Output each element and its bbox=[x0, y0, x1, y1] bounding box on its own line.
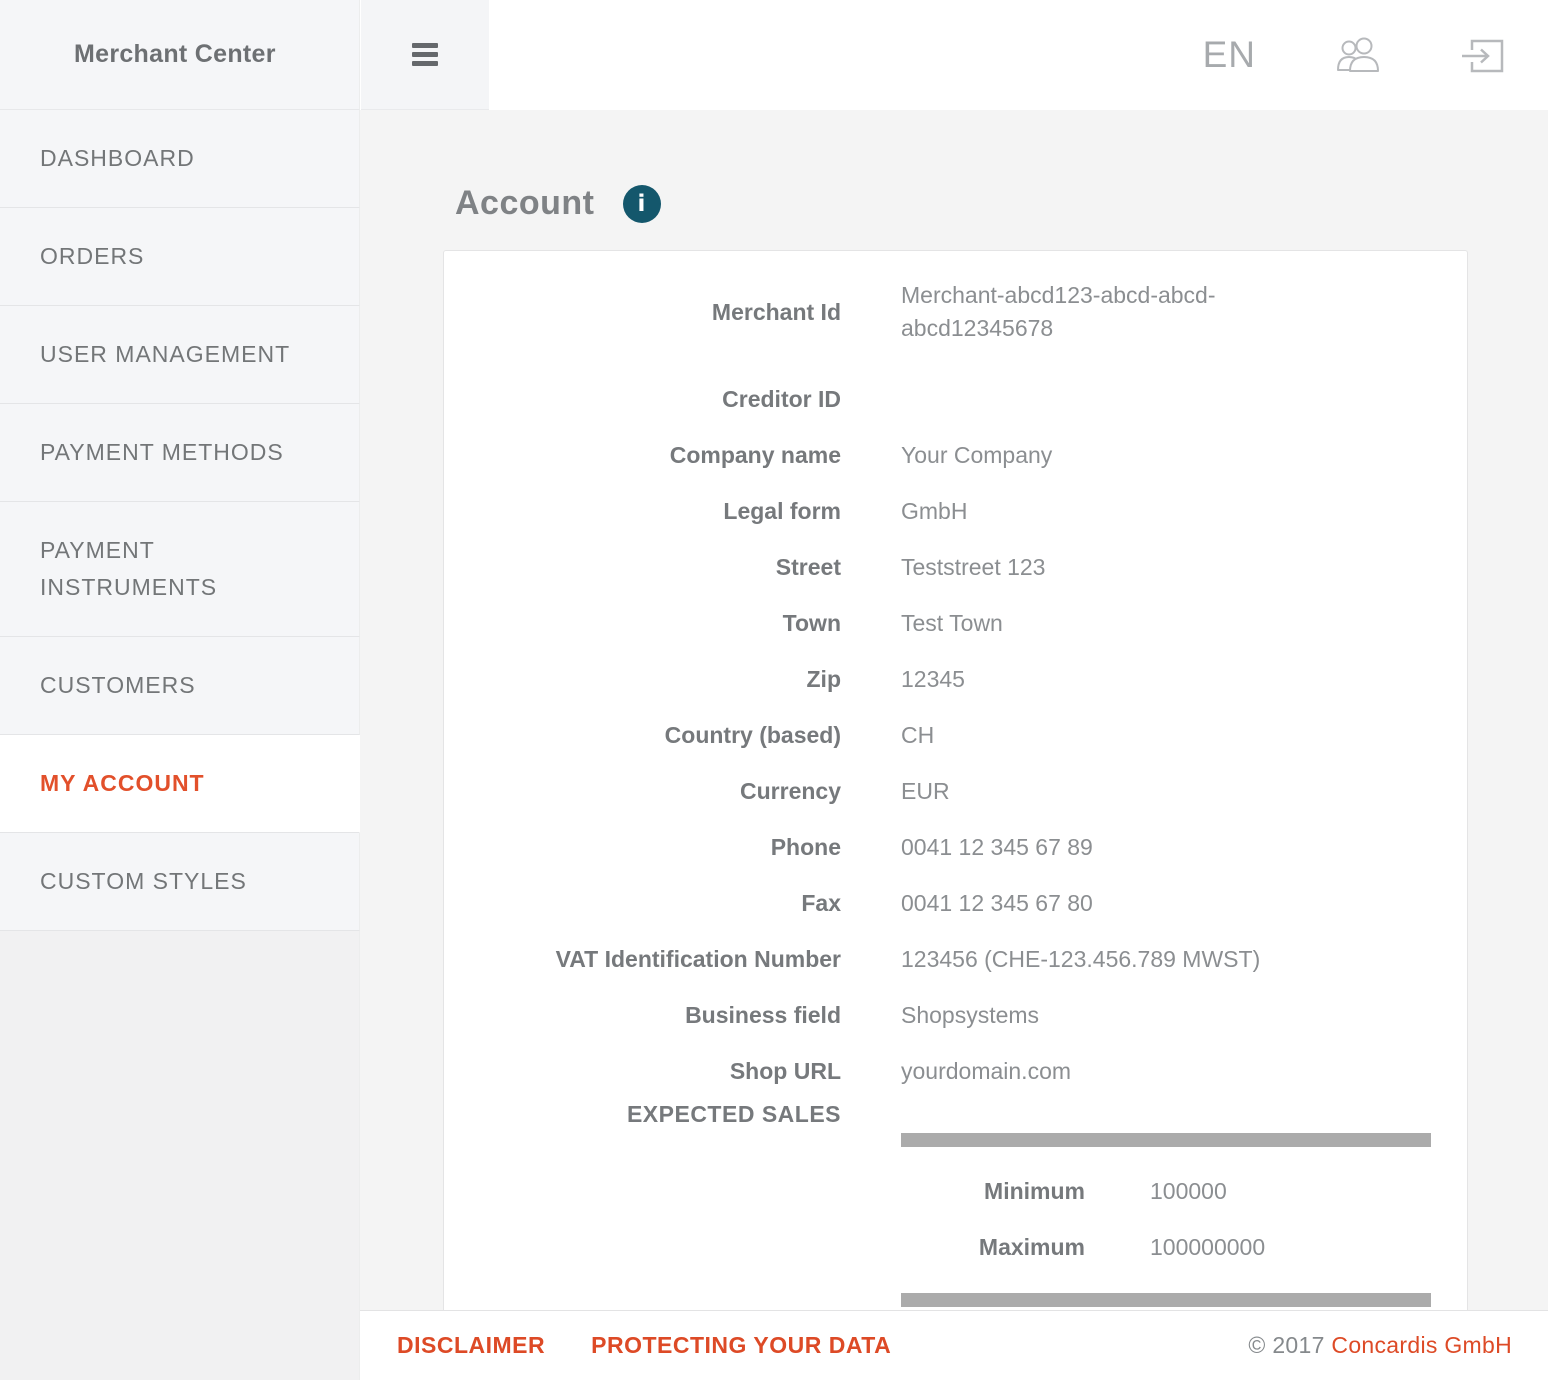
app-title: Merchant Center bbox=[74, 40, 276, 69]
maximum-value: 100000000 bbox=[1150, 1234, 1265, 1261]
protecting-your-data-link[interactable]: PROTECTING YOUR DATA bbox=[591, 1332, 891, 1359]
field-label: Legal form bbox=[444, 496, 841, 526]
field-row-business-field: Business field Shopsystems bbox=[444, 987, 1467, 1043]
disclaimer-link[interactable]: DISCLAIMER bbox=[397, 1332, 545, 1359]
field-label: Zip bbox=[444, 664, 841, 694]
sidebar-item-orders[interactable]: ORDERS bbox=[0, 208, 360, 306]
sidebar-item-custom-styles[interactable]: CUSTOM STYLES bbox=[0, 833, 360, 931]
account-field-list: Merchant Id Merchant-abcd123-abcd-abcd-ab… bbox=[444, 279, 1467, 1099]
field-label: Merchant Id bbox=[444, 297, 841, 327]
field-row-fax: Fax 0041 12 345 67 80 bbox=[444, 875, 1467, 931]
main-content: Account i Merchant Id Merchant-abcd123-ab… bbox=[360, 110, 1548, 1310]
field-row-currency: Currency EUR bbox=[444, 763, 1467, 819]
maximum-row: Maximum 100000000 bbox=[901, 1219, 1431, 1275]
field-row-country-based: Country (based) CH bbox=[444, 707, 1467, 763]
account-panel: Merchant Id Merchant-abcd123-abcd-abcd-ab… bbox=[443, 250, 1468, 1310]
expected-sales-content: Minimum 100000 Maximum 100000000 bbox=[901, 1099, 1467, 1310]
sidebar-item-label: CUSTOMERS bbox=[40, 667, 196, 704]
copyright-company-link[interactable]: Concardis GmbH bbox=[1331, 1332, 1512, 1358]
sidebar-item-label: PAYMENT METHODS bbox=[40, 434, 284, 471]
footer-links: DISCLAIMER PROTECTING YOUR DATA bbox=[397, 1332, 891, 1359]
menu-toggle-button[interactable] bbox=[361, 0, 489, 110]
page-title-row: Account i bbox=[455, 184, 661, 223]
sidebar-filler bbox=[0, 931, 360, 1380]
users-icon[interactable] bbox=[1334, 37, 1382, 73]
sidebar-item-my-account[interactable]: MY ACCOUNT bbox=[0, 735, 360, 833]
language-selector[interactable]: EN bbox=[1203, 34, 1256, 76]
sidebar-item-label: ORDERS bbox=[40, 238, 144, 275]
field-row-merchant-id: Merchant Id Merchant-abcd123-abcd-abcd-ab… bbox=[444, 279, 1467, 345]
sales-divider-bar-top bbox=[901, 1133, 1431, 1147]
expected-sales-label: EXPECTED SALES bbox=[444, 1099, 841, 1129]
copyright-prefix: © 2017 bbox=[1248, 1332, 1331, 1358]
field-value: Test Town bbox=[901, 607, 1003, 640]
field-value: Your Company bbox=[901, 439, 1052, 472]
merchant-center-page: Merchant Center DASHBOARD ORDERS USER MANA… bbox=[0, 0, 1548, 1380]
field-value: 0041 12 345 67 80 bbox=[901, 887, 1093, 920]
sidebar-item-label: PAYMENT INSTRUMENTS bbox=[40, 532, 319, 606]
field-label: Town bbox=[444, 608, 841, 638]
sidebar-item-payment-methods[interactable]: PAYMENT METHODS bbox=[0, 404, 360, 502]
field-label: Creditor ID bbox=[444, 384, 841, 414]
field-row-town: Town Test Town bbox=[444, 595, 1467, 651]
field-row-zip: Zip 12345 bbox=[444, 651, 1467, 707]
minimum-value: 100000 bbox=[1150, 1178, 1227, 1205]
field-label: Currency bbox=[444, 776, 841, 806]
page-title: Account bbox=[455, 184, 595, 223]
info-icon[interactable]: i bbox=[623, 185, 661, 223]
field-row-street: Street Teststreet 123 bbox=[444, 539, 1467, 595]
minimum-row: Minimum 100000 bbox=[901, 1163, 1431, 1219]
field-label: Fax bbox=[444, 888, 841, 918]
field-row-vat-identification-number: VAT Identification Number 123456 (CHE-123… bbox=[444, 931, 1467, 987]
sidebar-item-customers[interactable]: CUSTOMERS bbox=[0, 637, 360, 735]
footer: DISCLAIMER PROTECTING YOUR DATA © 2017 C… bbox=[360, 1310, 1548, 1380]
sidebar-item-payment-instruments[interactable]: PAYMENT INSTRUMENTS bbox=[0, 502, 360, 637]
logout-icon[interactable] bbox=[1460, 34, 1506, 76]
field-label: Country (based) bbox=[444, 720, 841, 750]
sidebar-item-label: USER MANAGEMENT bbox=[40, 336, 290, 373]
field-value: 123456 (CHE-123.456.789 MWST) bbox=[901, 943, 1260, 976]
field-value: Teststreet 123 bbox=[901, 551, 1045, 584]
field-value: Shopsystems bbox=[901, 999, 1039, 1032]
copyright: © 2017 Concardis GmbH bbox=[1248, 1332, 1512, 1359]
sidebar-nav: DASHBOARD ORDERS USER MANAGEMENT PAYMENT ME… bbox=[0, 110, 360, 931]
field-label: Phone bbox=[444, 832, 841, 862]
topbar: EN bbox=[489, 0, 1548, 110]
field-row-company-name: Company name Your Company bbox=[444, 427, 1467, 483]
sidebar-item-dashboard[interactable]: DASHBOARD bbox=[0, 110, 360, 208]
field-row-phone: Phone 0041 12 345 67 89 bbox=[444, 819, 1467, 875]
field-label: Shop URL bbox=[444, 1056, 841, 1086]
app-title-container: Merchant Center bbox=[0, 0, 360, 110]
sales-divider-bar-bottom bbox=[901, 1293, 1431, 1307]
minimum-label: Minimum bbox=[901, 1178, 1085, 1205]
field-value: Merchant-abcd123-abcd-abcd-abcd12345678 bbox=[901, 279, 1311, 345]
field-label: VAT Identification Number bbox=[444, 944, 841, 974]
field-label: Business field bbox=[444, 1000, 841, 1030]
sidebar: Merchant Center DASHBOARD ORDERS USER MANA… bbox=[0, 0, 360, 1380]
field-label: Company name bbox=[444, 440, 841, 470]
sidebar-item-label: CUSTOM STYLES bbox=[40, 863, 247, 900]
field-row-legal-form: Legal form GmbH bbox=[444, 483, 1467, 539]
hamburger-icon bbox=[412, 43, 438, 66]
sidebar-item-label: DASHBOARD bbox=[40, 140, 195, 177]
sidebar-item-user-management[interactable]: USER MANAGEMENT bbox=[0, 306, 360, 404]
field-value: EUR bbox=[901, 775, 950, 808]
field-value: GmbH bbox=[901, 495, 967, 528]
maximum-label: Maximum bbox=[901, 1234, 1085, 1261]
field-row-shop-url: Shop URL yourdomain.com bbox=[444, 1043, 1467, 1099]
expected-sales-section: EXPECTED SALES Minimum 100000 Maximum 10… bbox=[444, 1099, 1467, 1310]
field-value: 12345 bbox=[901, 663, 965, 696]
field-row-creditor-id: Creditor ID bbox=[444, 371, 1467, 427]
field-value: yourdomain.com bbox=[901, 1055, 1071, 1088]
field-value: CH bbox=[901, 719, 934, 752]
field-label: Street bbox=[444, 552, 841, 582]
sidebar-item-label: MY ACCOUNT bbox=[40, 765, 205, 802]
field-value: 0041 12 345 67 89 bbox=[901, 831, 1093, 864]
